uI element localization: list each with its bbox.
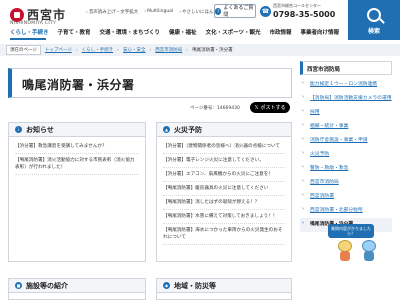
sidebar-heading: 西宮市消防局 [300,61,392,75]
nav-item-health[interactable]: 健康・福祉 [169,28,197,38]
util-link-readaloud[interactable]: 音声読み上げ・文字拡大 [86,9,139,15]
breadcrumb-link-safety[interactable]: 安心・安全 [123,47,146,53]
fire-item[interactable]: 【浜分署】（建物関係者の皆様へ）消火器の点検について [163,140,285,154]
breadcrumb-link-top[interactable]: トップページ [45,47,72,53]
news-panel-title: お知らせ [26,125,54,134]
share-x-label: ポストする [260,105,286,111]
util-link-multilingual[interactable]: Multilingual [144,9,173,15]
fire-item[interactable]: 【鳴尾消防署】水害に備えて対策しておきましょう！！ [163,210,285,224]
search-button[interactable]: 検索 [348,0,400,40]
fire-item[interactable]: 【鳴尾消防署】海水につかった車両からの火災発生のおそれについて [163,224,285,245]
news-item[interactable]: 【鳴尾消防署】消火活動協力に対する市民表彰（消火協力表彰）が行われました！ [15,154,139,175]
nav-item-living[interactable]: くらし・手続き [10,28,49,38]
area-disaster-panel: ◆ 地域・防災等 [156,278,292,300]
sidebar-item[interactable]: 【消防局】消防活動支援カメラの運用 [300,92,392,106]
share-x-button[interactable]: 𝕏 ポストする [250,102,290,113]
shield-icon: ◆ [163,282,170,289]
fire-item[interactable]: 【鳴尾消防署】消したはずの吸殻が燃える！？ [163,196,285,210]
sidebar-item[interactable]: 採用 [300,106,392,120]
x-logo-icon: 𝕏 [254,104,259,111]
page-title: 鳴尾消防署・浜分署 [22,78,135,92]
fire-prevention-panel: ▲ 火災予防 【浜分署】（建物関係者の皆様へ）消火器の点検について 【浜分署】電… [156,122,292,262]
global-nav: くらし・手続き 子育て・教育 交通・環境・まちづくり 健康・福祉 文化・スポーツ… [10,28,339,38]
nav-item-government[interactable]: 市政情報 [269,28,291,38]
fire-panel-title: 火災予防 [174,125,202,134]
phone-icon: ☎ [260,5,271,17]
call-center-label: 西宮市総合コールセンター [273,3,321,8]
sidebar-item[interactable]: 西宮市消防局 [300,176,392,190]
call-center-number: 0798-35-5000 [273,10,336,19]
flame-icon: ▲ [163,126,170,133]
fire-item[interactable]: 【浜分署】電子レンジ火災に注意してください。 [163,154,285,168]
sidebar-item[interactable]: 火災予防 [300,148,392,162]
mascot-right-icon [360,240,378,262]
util-link-easy-japanese[interactable]: やさしいにほんご [179,9,218,15]
sidebar-item[interactable]: 組織・統計・事業 [300,120,392,134]
building-icon: ■ [15,282,22,289]
nav-item-transport[interactable]: 交通・環境・まちづくり [100,28,161,38]
mascot-left-icon [336,240,354,262]
breadcrumb: 現在のページ トップページ › くらし・手続き › 安心・安全 › 西宮市消防局… [0,44,400,56]
utility-links: 音声読み上げ・文字拡大 Multilingual やさしいにほんご [86,9,218,15]
news-panel: i お知らせ 【浜分署】救急講習を受講してみませんか？ 【鳴尾消防署】消火活動協… [8,122,146,262]
faq-button[interactable]: ? よくあるご質問 [214,4,256,18]
facilities-panel: ■ 施設等の紹介 [8,278,146,300]
sidebar-item[interactable]: 能力検定１ウー・ロン消防連携 [300,78,392,92]
facilities-panel-title: 施設等の紹介 [26,281,68,290]
city-emblem-icon [10,8,24,22]
logo-subtitle: NISHINOMIYA CITY [10,21,57,26]
page-title-box: 鳴尾消防署・浜分署 [8,68,292,98]
sidebar-item[interactable]: 西宮消防署・北部分駐所 [300,204,392,218]
help-chat-bubble[interactable]: 質問内容がかりましたら？ [328,224,374,238]
faq-label: よくあるご質問 [223,5,254,18]
breadcrumb-link-fire-dept[interactable]: 西宮市消防局 [155,47,182,53]
nav-item-culture[interactable]: 文化・スポーツ・観光 [206,28,261,38]
fire-item[interactable]: 【鳴尾消防署】暖房器具の火災に注意してください [163,182,285,196]
area-panel-title: 地域・防災等 [174,281,216,290]
call-center[interactable]: ☎ 西宮市総合コールセンター 0798-35-5000 [260,3,342,19]
sidebar-item[interactable]: 消防庁舎施設・事業・申請 [300,134,392,148]
question-icon: ? [215,7,222,15]
search-icon [367,8,381,22]
sidebar-list: 能力検定１ウー・ロン消防連携 【消防局】消防活動支援カメラの運用 採用 組織・統… [300,78,392,232]
nav-item-business[interactable]: 事業者向け情報 [300,28,339,38]
nav-item-childcare[interactable]: 子育て・教育 [58,28,91,38]
sidebar-item[interactable]: 西宮消防署 [300,190,392,204]
page-number: ページ番号：14669430 [190,106,240,111]
news-item[interactable]: 【浜分署】救急講習を受講してみませんか？ [15,140,139,154]
sidebar: 西宮市消防局 能力検定１ウー・ロン消防連携 【消防局】消防活動支援カメラの運用 … [300,58,392,300]
sidebar-item[interactable]: 警防・救助・救急 [300,162,392,176]
breadcrumb-current: 鳴尾消防署・浜分署 [192,48,233,53]
info-icon: i [15,126,22,133]
search-label: 検索 [367,28,380,35]
nav-active-indicator [10,38,46,40]
breadcrumb-here-label: 現在のページ [6,45,41,55]
fire-item[interactable]: 【浜分署】エアコン、扇風機からの火災にご注意を！ [163,168,285,182]
breadcrumb-link-living[interactable]: くらし・手続き [82,47,114,53]
